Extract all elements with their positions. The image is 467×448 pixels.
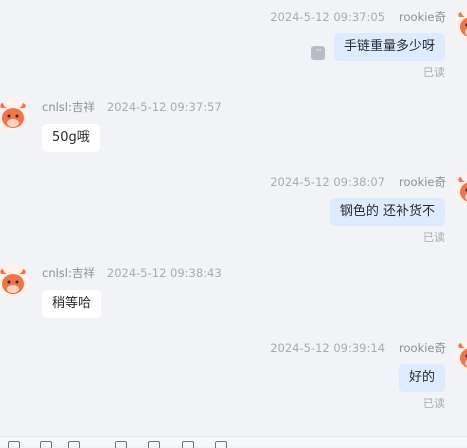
message-bubble[interactable]: 手链重量多少呀 bbox=[334, 33, 445, 61]
bull-mascot-avatar-icon bbox=[454, 172, 467, 206]
message-meta: cnlsl:吉祥 2024-5-12 09:37:57 bbox=[42, 99, 222, 115]
avatar[interactable] bbox=[0, 264, 30, 298]
avatar[interactable] bbox=[454, 7, 467, 41]
sender-name: rookie奇 bbox=[399, 341, 446, 355]
message-time: 2024-5-12 09:37:05 bbox=[270, 10, 385, 24]
sender-name: rookie奇 bbox=[399, 10, 446, 24]
avatar[interactable] bbox=[0, 98, 30, 132]
message-meta: 2024-5-12 09:38:07 rookie奇 bbox=[270, 174, 446, 190]
sender-name: rookie奇 bbox=[399, 175, 446, 189]
read-status: 已读 bbox=[423, 395, 445, 411]
message-meta: 2024-5-12 09:39:14 rookie奇 bbox=[270, 340, 446, 356]
message-bubble[interactable]: 稍等哈 bbox=[42, 290, 101, 318]
message-bubble[interactable]: 好的 bbox=[399, 364, 445, 392]
read-status: 已读 bbox=[423, 64, 445, 80]
bull-mascot-avatar-icon bbox=[454, 7, 467, 41]
message-bubble[interactable]: 50g哦 bbox=[42, 124, 100, 152]
more-icon[interactable]: ··· bbox=[311, 46, 325, 60]
message-time: 2024-5-12 09:37:57 bbox=[107, 100, 222, 114]
avatar[interactable] bbox=[454, 338, 467, 372]
read-status: 已读 bbox=[423, 229, 445, 245]
sender-name: cnlsl:吉祥 bbox=[42, 100, 95, 114]
bull-mascot-avatar-icon bbox=[0, 98, 30, 132]
message-time: 2024-5-12 09:38:43 bbox=[107, 266, 222, 280]
bull-mascot-avatar-icon bbox=[454, 338, 467, 372]
sender-name: cnlsl:吉祥 bbox=[42, 266, 95, 280]
message-time: 2024-5-12 09:39:14 bbox=[270, 341, 385, 355]
message-time: 2024-5-12 09:38:07 bbox=[270, 175, 385, 189]
message-bubble[interactable]: 钢色的 还补货不 bbox=[330, 198, 445, 226]
avatar[interactable] bbox=[454, 172, 467, 206]
message-meta: 2024-5-12 09:37:05 rookie奇 bbox=[270, 9, 446, 25]
bull-mascot-avatar-icon bbox=[0, 264, 30, 298]
message-meta: cnlsl:吉祥 2024-5-12 09:38:43 bbox=[42, 265, 222, 281]
